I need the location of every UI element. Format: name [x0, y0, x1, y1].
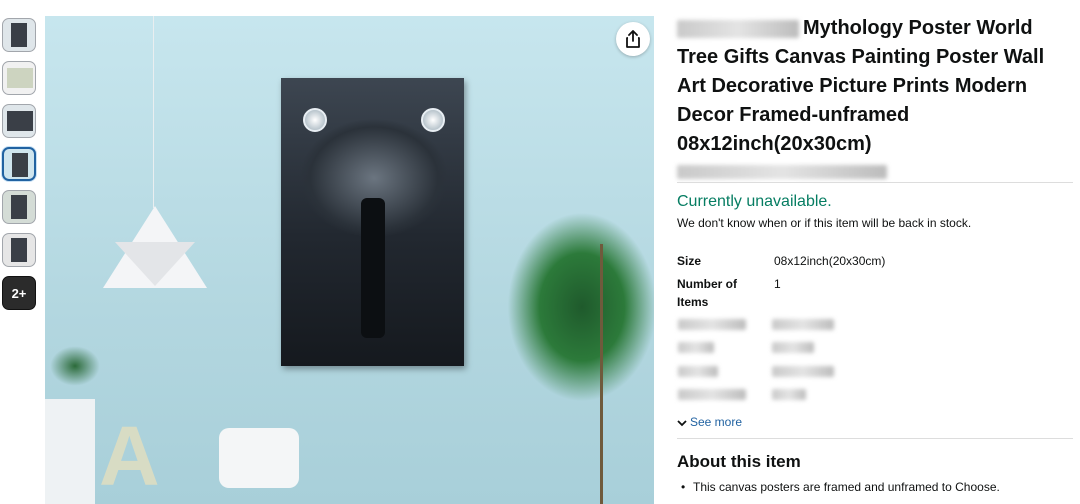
availability-note: We don't know when or if this item will …: [677, 216, 972, 230]
about-heading: About this item: [677, 452, 801, 471]
decor-plant: [507, 212, 654, 402]
availability-status: Currently unavailable.: [677, 193, 832, 210]
thumbnail-2[interactable]: [2, 61, 36, 95]
thumbnail-3[interactable]: [2, 104, 36, 138]
divider: [677, 438, 1073, 439]
thumbnail-1[interactable]: [2, 18, 36, 52]
spec-label: Size: [677, 254, 702, 268]
product-title: Mythology Poster World Tree Gifts Canvas…: [677, 17, 1045, 155]
thumbnail-6[interactable]: [2, 233, 36, 267]
share-icon: [626, 30, 640, 48]
about-bullet: This canvas posters are framed and unfra…: [681, 480, 1000, 494]
redacted-spec-label: [678, 366, 718, 377]
share-button[interactable]: [616, 22, 650, 56]
redacted-spec-label: [678, 389, 746, 400]
redacted-ratings: [677, 165, 887, 179]
thumbnail-4[interactable]: [2, 147, 36, 181]
spec-value: 08x12inch(20x30cm): [774, 254, 886, 268]
decor-letter: A: [99, 409, 160, 503]
redacted-spec-value: [772, 319, 834, 330]
spec-value: 1: [774, 277, 781, 291]
redacted-spec-label: [678, 319, 746, 330]
decor-chair: [219, 428, 299, 488]
redacted-spec-value: [772, 366, 834, 377]
redacted-spec-value: [772, 342, 814, 353]
see-more-link[interactable]: See more: [677, 415, 742, 429]
product-details: Mythology Poster World Tree Gifts Canvas…: [677, 14, 1073, 184]
more-images-button[interactable]: 2+: [2, 276, 36, 310]
spec-label: Number of Items: [677, 277, 737, 309]
chevron-down-icon: [677, 420, 687, 427]
redacted-brand: [677, 19, 799, 38]
divider: [677, 182, 1073, 183]
redacted-spec-value: [772, 389, 806, 400]
redacted-spec-label: [678, 342, 714, 353]
main-product-image[interactable]: A: [45, 16, 654, 504]
poster-artwork: [281, 78, 464, 366]
thumbnail-5[interactable]: [2, 190, 36, 224]
